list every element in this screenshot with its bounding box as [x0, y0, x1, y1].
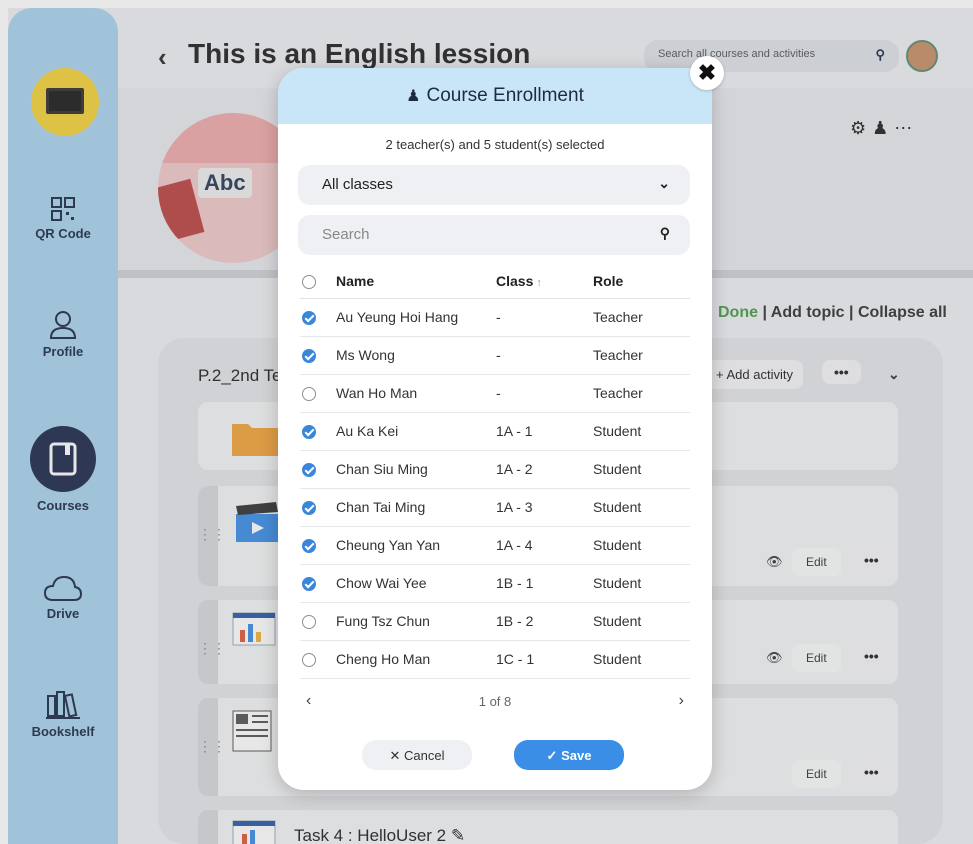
cell-role: Teacher	[593, 336, 690, 375]
row-checkbox[interactable]	[302, 501, 316, 516]
row-checkbox[interactable]	[302, 539, 316, 554]
close-icon: ✖	[697, 60, 717, 85]
save-button[interactable]: ✓ Save	[514, 740, 624, 770]
course-enrollment-dialog: ♟ Course Enrollment 2 teacher(s) and 5 st…	[278, 68, 712, 790]
cell-name: Ms Wong	[336, 336, 496, 375]
member-search-input[interactable]: Search ⚲	[298, 215, 690, 255]
column-header-class[interactable]: Class ↑	[496, 264, 593, 299]
cell-class: -	[496, 336, 593, 375]
chevron-right-icon[interactable]: ›	[679, 692, 684, 710]
cell-class: -	[496, 298, 593, 337]
row-checkbox[interactable]	[302, 653, 316, 668]
cell-class: 1A - 3	[496, 488, 593, 527]
cell-class: 1B - 2	[496, 602, 593, 641]
column-header-name[interactable]: Name	[336, 264, 496, 299]
check-icon: ✓	[546, 748, 558, 763]
close-icon: ✕	[389, 748, 401, 763]
cell-class: 1A - 1	[496, 412, 593, 451]
table-header-row: Name Class ↑ Role	[300, 264, 690, 299]
sort-ascending-icon: ↑	[536, 276, 542, 289]
column-header-role[interactable]: Role	[593, 264, 690, 299]
row-checkbox[interactable]	[302, 425, 316, 440]
cell-name: Au Ka Kei	[336, 412, 496, 451]
cell-class: 1B - 1	[496, 564, 593, 603]
row-checkbox-cell	[300, 412, 336, 451]
close-dialog-button[interactable]: ✖	[690, 56, 724, 90]
cell-role: Student	[593, 640, 690, 679]
row-checkbox-cell	[300, 526, 336, 565]
class-filter-value: All classes	[322, 176, 393, 193]
row-checkbox[interactable]	[302, 615, 316, 630]
table-row[interactable]: Fung Tsz Chun 1B - 2 Student	[300, 602, 690, 641]
cell-name: Wan Ho Man	[336, 374, 496, 413]
cell-role: Student	[593, 412, 690, 451]
row-checkbox-cell	[300, 298, 336, 337]
cell-role: Teacher	[593, 374, 690, 413]
table-row[interactable]: Au Yeung Hoi Hang - Teacher	[300, 298, 690, 337]
search-icon[interactable]: ⚲	[660, 225, 670, 242]
row-checkbox[interactable]	[302, 463, 316, 478]
row-checkbox[interactable]	[302, 311, 316, 326]
cell-name: Cheng Ho Man	[336, 640, 496, 679]
user-gear-icon: ♟	[406, 88, 421, 105]
cell-name: Chow Wai Yee	[336, 564, 496, 603]
table-row[interactable]: Wan Ho Man - Teacher	[300, 374, 690, 413]
table-row[interactable]: Cheng Ho Man 1C - 1 Student	[300, 640, 690, 679]
save-label: Save	[561, 748, 592, 763]
table-row[interactable]: Au Ka Kei 1A - 1 Student	[300, 412, 690, 451]
search-placeholder: Search	[322, 226, 370, 243]
cancel-label: Cancel	[404, 748, 445, 763]
cell-class: -	[496, 374, 593, 413]
row-checkbox-cell	[300, 602, 336, 641]
cell-role: Student	[593, 564, 690, 603]
row-checkbox-cell	[300, 564, 336, 603]
cell-class: 1A - 2	[496, 450, 593, 489]
cell-name: Chan Siu Ming	[336, 450, 496, 489]
table-row[interactable]: Chow Wai Yee 1B - 1 Student	[300, 564, 690, 603]
row-checkbox-cell	[300, 336, 336, 375]
page-indicator: 1 of 8	[478, 694, 512, 709]
row-checkbox-cell	[300, 374, 336, 413]
cell-class: 1C - 1	[496, 640, 593, 679]
cell-role: Student	[593, 450, 690, 489]
table-row[interactable]: Chan Tai Ming 1A - 3 Student	[300, 488, 690, 527]
selection-summary: 2 teacher(s) and 5 student(s) selected	[385, 137, 605, 152]
class-filter-select[interactable]: All classes ⌄	[298, 165, 690, 205]
row-checkbox[interactable]	[302, 349, 316, 364]
chevron-down-icon: ⌄	[658, 175, 670, 191]
chevron-left-icon[interactable]: ‹	[306, 692, 311, 710]
cell-role: Student	[593, 488, 690, 527]
dialog-title: Course Enrollment	[426, 85, 584, 106]
select-all-checkbox[interactable]	[302, 274, 316, 289]
cell-role: Student	[593, 602, 690, 641]
row-checkbox[interactable]	[302, 577, 316, 592]
cell-class: 1A - 4	[496, 526, 593, 565]
cell-name: Fung Tsz Chun	[336, 602, 496, 641]
cell-role: Teacher	[593, 298, 690, 337]
table-row[interactable]: Ms Wong - Teacher	[300, 336, 690, 375]
column-header-class-label: Class	[496, 272, 534, 289]
row-checkbox[interactable]	[302, 387, 316, 402]
pagination: ‹ 1 of 8 ›	[300, 692, 690, 710]
dialog-header: ♟ Course Enrollment	[278, 68, 712, 124]
table-row[interactable]: Chan Siu Ming 1A - 2 Student	[300, 450, 690, 489]
row-checkbox-cell	[300, 488, 336, 527]
cell-name: Au Yeung Hoi Hang	[336, 298, 496, 337]
row-checkbox-cell	[300, 640, 336, 679]
cancel-button[interactable]: ✕ Cancel	[362, 740, 472, 770]
enrollment-table: Name Class ↑ Role Au Yeung Hoi Hang - Teach…	[300, 264, 690, 679]
table-row[interactable]: Cheung Yan Yan 1A - 4 Student	[300, 526, 690, 565]
row-checkbox-cell	[300, 450, 336, 489]
cell-name: Cheung Yan Yan	[336, 526, 496, 565]
cell-name: Chan Tai Ming	[336, 488, 496, 527]
cell-role: Student	[593, 526, 690, 565]
